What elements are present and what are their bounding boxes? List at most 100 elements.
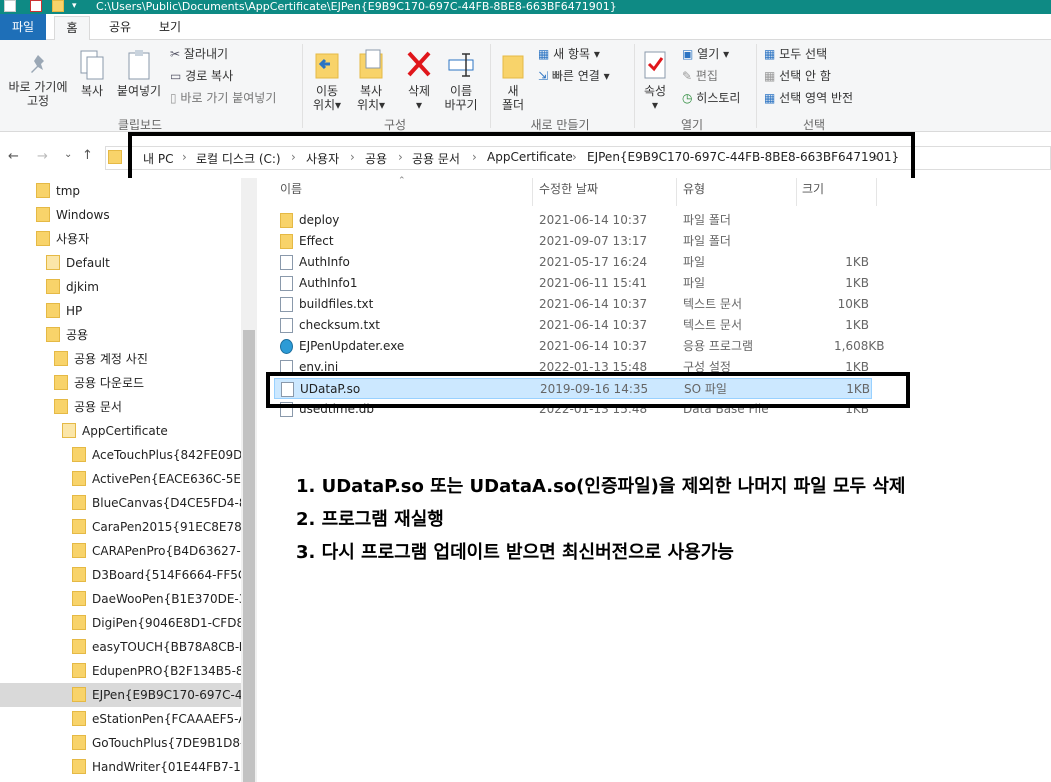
cut-button[interactable]: ✂ 잘라내기 [170,47,228,61]
column-divider[interactable] [796,178,797,206]
tab-share[interactable]: 공유 [100,16,140,40]
history-icon: ◷ [682,91,697,105]
rename-button[interactable]: 이름 바꾸기 [440,48,482,112]
file-row[interactable]: Effect 2021-09-07 13:17 파일 폴더 [274,231,872,252]
sidebar-item[interactable]: ActivePen{EACE636C-5E3F- [72,467,260,491]
sidebar-item[interactable]: BlueCanvas{D4CE5FD4-824 [72,491,262,515]
checkbox-icon[interactable] [30,0,42,12]
move-to-button[interactable]: 이동 위치▾ [306,48,348,112]
back-arrow-icon[interactable]: ← [8,149,19,164]
sidebar-scroll-thumb[interactable] [243,330,255,782]
sidebar-item[interactable]: 공용 [46,323,88,347]
sidebar-item[interactable]: Windows [36,203,110,227]
sidebar-item[interactable]: 공용 다운로드 [54,371,144,395]
history-label: 히스토리 [696,91,741,105]
file-row[interactable]: AuthInfo 2021-05-17 16:24 파일 1KB [274,252,872,273]
sidebar-item[interactable]: CaraPen2015{91EC8E78-1F [72,515,261,539]
sidebar-item[interactable]: AppCertificate [62,419,168,443]
column-header-size[interactable]: 크기 [802,180,824,197]
sidebar-item[interactable]: DaeWooPen{B1E370DE-3EB [72,587,262,611]
invert-selection-button[interactable]: ▦ 선택 영역 반전 [764,91,853,105]
move-to-label-2: 위치 [312,98,336,112]
paste-shortcut-button[interactable]: ▯ 바로 가기 붙여넣기 [170,91,276,105]
file-row[interactable]: buildfiles.txt 2021-06-14 10:37 텍스트 문서 10KB [274,294,872,315]
new-folder-button[interactable]: 새 폴더 [496,48,530,112]
sidebar-item-label: CARAPenPro{B4D63627-B8 [92,544,257,558]
select-all-button[interactable]: ▦ 모두 선택 [764,47,827,61]
chevron-down-icon: ▾ [335,98,342,112]
pin-quick-access-button[interactable]: 바로 가기에 고정 [2,52,74,108]
copy-path-button[interactable]: ▭ 경로 복사 [170,69,233,83]
tab-file[interactable]: 파일 [0,14,46,40]
file-date: 2021-06-14 10:37 [539,318,648,332]
file-row[interactable]: deploy 2021-06-14 10:37 파일 폴더 [274,210,872,231]
column-header-name[interactable]: 이름 [280,180,302,197]
column-header-date[interactable]: 수정한 날짜 [539,180,598,197]
save-icon[interactable] [4,0,16,12]
up-arrow-icon[interactable]: ↑ [82,148,93,163]
column-divider[interactable] [876,178,877,206]
delete-button[interactable]: 삭제 ▾ [400,48,438,112]
select-all-icon: ▦ [764,47,780,61]
sidebar-item[interactable]: EdupenPRO{B2F134B5-871 [72,659,259,683]
open-button[interactable]: ▣ 열기 ▾ [682,47,729,61]
copy-to-button[interactable]: 복사 위치▾ [350,48,392,112]
chevron-down-icon[interactable]: ▾ [72,0,84,12]
ribbon-tabs: 파일 홈 공유 보기 [0,14,1051,41]
paste-button[interactable]: 붙여넣기 [112,48,166,98]
folder-icon [280,213,293,228]
easy-access-button[interactable]: ⇲ 빠른 연결 ▾ [538,69,610,83]
sidebar-item[interactable]: 공용 계정 사진 [54,347,148,371]
file-row[interactable]: checksum.txt 2021-06-14 10:37 텍스트 문서 1KB [274,315,872,336]
sidebar-item-label: BlueCanvas{D4CE5FD4-824 [92,496,262,510]
folder-icon[interactable] [52,0,64,12]
open-label: 열기 [697,47,720,61]
sidebar-item[interactable]: eStationPen{FCAAAEF5-A1E [72,707,262,731]
file-name: checksum.txt [299,318,381,332]
recent-locations-icon[interactable]: ⌄ [64,149,72,160]
folder-icon [54,375,68,390]
new-folder-label-2: 폴더 [501,98,525,112]
sidebar-item[interactable]: AceTouchPlus{842FE09D-00 [72,443,262,467]
column-divider[interactable] [532,178,533,206]
history-button[interactable]: ◷ 히스토리 [682,91,740,105]
file-name: deploy [299,213,340,227]
folder-icon [36,231,50,246]
file-row[interactable]: AuthInfo1 2021-06-11 15:41 파일 1KB [274,273,872,294]
sidebar-item[interactable]: HP [46,299,82,323]
sidebar-item[interactable]: CARAPenPro{B4D63627-B8 [72,539,256,563]
file-type: 응용 프로그램 [683,339,754,353]
folder-icon [72,663,86,678]
forward-arrow-icon[interactable]: → [37,149,48,164]
sidebar-item[interactable]: tmp [36,179,80,203]
sidebar-item[interactable]: EJPen{E9B9C170-697C-44F [0,683,241,707]
new-folder-icon [502,55,524,79]
file-name: EJPenUpdater.exe [299,339,405,353]
folder-icon [36,207,50,222]
group-label-clipboard: 클립보드 [117,118,163,132]
tab-view[interactable]: 보기 [150,16,190,40]
folder-icon [72,471,86,486]
edit-button[interactable]: ✎ 편집 [682,69,718,83]
sidebar-item-label: EJPen{E9B9C170-697C-44F [92,688,241,702]
sidebar-item[interactable]: djkim [46,275,99,299]
column-divider[interactable] [676,178,677,206]
new-item-button[interactable]: ▦ 새 항목 ▾ [538,47,600,61]
sidebar-item[interactable]: Default [46,251,110,275]
copy-button[interactable]: 복사 [74,48,110,98]
sidebar-item[interactable]: HandWriter{01E44FB7-146F [72,755,263,779]
tab-home[interactable]: 홈 [54,16,90,41]
select-none-button[interactable]: ▦ 선택 안 함 [764,69,831,83]
column-header-type[interactable]: 유형 [683,180,705,197]
sidebar-item[interactable]: D3Board{514F6664-FF5C-4 [72,563,258,587]
properties-button[interactable]: 속성 ▾ [638,48,672,112]
sidebar-item[interactable]: DigiPen{9046E8D1-CFD8-4 [72,611,256,635]
sidebar-item[interactable]: 사용자 [36,227,89,251]
sidebar-item[interactable]: easyTOUCH{BB78A8CB-B30 [72,635,262,659]
sidebar-item[interactable]: 공용 문서 [54,395,122,419]
path-icon: ▭ [170,69,186,83]
sidebar-item[interactable]: GoTouchPlus{7DE9B1D8-35 [72,731,260,755]
file-row[interactable]: EJPenUpdater.exe 2021-06-14 10:37 응용 프로그램 1… [274,336,884,357]
cut-label: 잘라내기 [183,47,229,61]
sidebar-item-label: GoTouchPlus{7DE9B1D8-35 [92,736,260,750]
